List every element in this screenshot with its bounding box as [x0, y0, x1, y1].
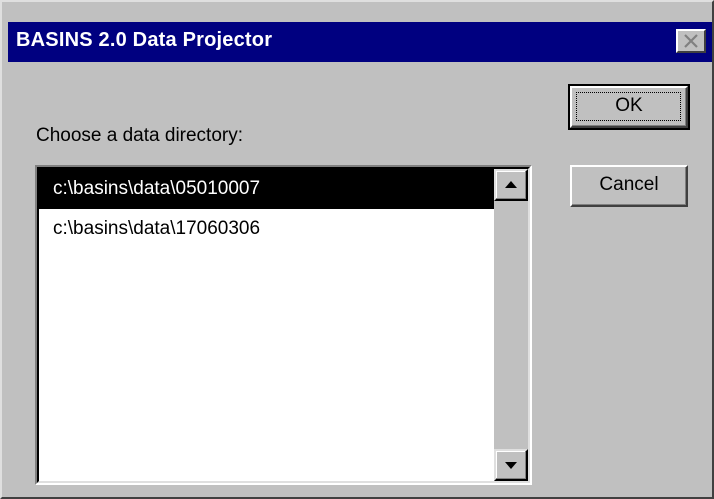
directory-list: c:\basins\data\05010007 c:\basins\data\1…	[39, 169, 498, 481]
close-button[interactable]	[676, 29, 706, 53]
scroll-down-button[interactable]	[494, 449, 528, 481]
directory-listbox[interactable]: c:\basins\data\05010007 c:\basins\data\1…	[35, 165, 532, 485]
arrow-up-icon	[505, 181, 517, 188]
ok-button-label: OK	[615, 95, 643, 116]
close-icon	[684, 34, 698, 48]
cancel-button[interactable]: Cancel	[570, 165, 688, 207]
ok-button[interactable]: OK	[568, 84, 690, 130]
arrow-down-icon	[505, 462, 517, 469]
scroll-up-button[interactable]	[494, 169, 528, 201]
window-title: BASINS 2.0 Data Projector	[16, 29, 273, 51]
list-item-directory-17060306[interactable]: c:\basins\data\17060306	[39, 209, 498, 249]
cancel-button-label: Cancel	[599, 174, 659, 195]
directory-prompt-label: Choose a data directory:	[36, 125, 244, 146]
list-item-directory-05010007[interactable]: c:\basins\data\05010007	[39, 169, 498, 209]
title-bar[interactable]: BASINS 2.0 Data Projector	[8, 22, 712, 62]
scroll-track[interactable]	[494, 201, 528, 449]
vertical-scrollbar[interactable]	[494, 169, 528, 481]
dialog-window: BASINS 2.0 Data Projector Choose a data …	[0, 0, 714, 499]
